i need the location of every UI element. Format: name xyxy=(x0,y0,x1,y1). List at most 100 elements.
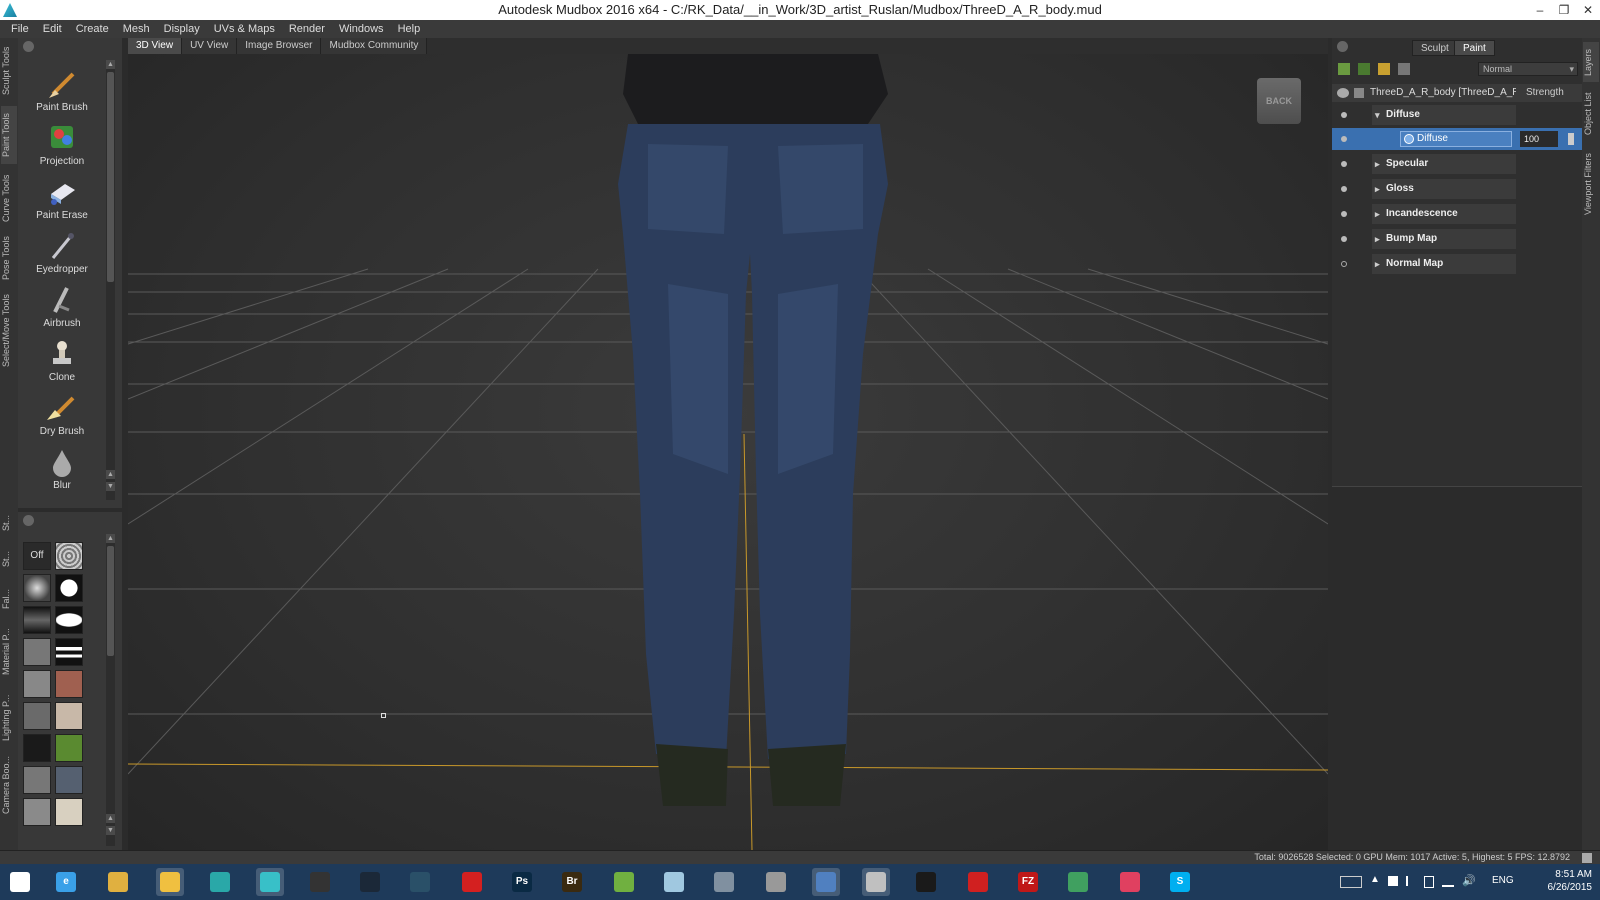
stamp-thumbnail[interactable] xyxy=(55,798,83,826)
taskbar-mudbox-icon[interactable] xyxy=(256,868,284,896)
tool-eyedropper[interactable]: Eyedropper xyxy=(18,230,106,275)
action-center-flag-icon[interactable] xyxy=(1406,876,1416,886)
stamp-thumbnail[interactable] xyxy=(55,638,83,666)
clock[interactable]: 8:51 AM 6/26/2015 xyxy=(1548,868,1593,894)
layer-group-name[interactable]: ThreeD_A_R_body [ThreeD_A_R_ xyxy=(1370,87,1516,98)
strength-slider-handle[interactable] xyxy=(1568,133,1574,145)
stamp-thumbnail[interactable] xyxy=(55,670,83,698)
menu-help[interactable]: Help xyxy=(391,20,428,38)
stamp-thumbnail[interactable] xyxy=(23,734,51,762)
volume-icon[interactable]: 🔊 xyxy=(1462,874,1476,887)
visibility-eye-icon[interactable] xyxy=(1341,261,1347,267)
lock-icon[interactable] xyxy=(1354,88,1364,98)
tray-close-icon[interactable] xyxy=(23,515,34,526)
menu-display[interactable]: Display xyxy=(157,20,207,38)
scroll-thumb[interactable] xyxy=(107,72,114,282)
keyboard-icon[interactable] xyxy=(1340,876,1362,888)
tab-lighting-presets[interactable]: Lighting P... xyxy=(1,688,17,748)
tab-sculpt-layers[interactable]: Sculpt xyxy=(1412,40,1458,56)
folder-icon[interactable] xyxy=(1378,63,1390,75)
taskbar-filezilla-icon[interactable]: FZ xyxy=(1014,868,1042,896)
visibility-eye-icon[interactable] xyxy=(1341,161,1347,167)
tab-paint-layers[interactable]: Paint xyxy=(1454,40,1495,56)
taskbar-spreadsheet-icon[interactable] xyxy=(610,868,638,896)
menu-file[interactable]: File xyxy=(4,20,36,38)
stamp-tray-scrollbar[interactable]: ▲ ▲ ▼ xyxy=(106,534,115,846)
language-indicator[interactable]: ENG xyxy=(1492,875,1514,886)
menu-edit[interactable]: Edit xyxy=(36,20,69,38)
visibility-eye-icon[interactable] xyxy=(1341,211,1347,217)
viewcube[interactable]: BACK xyxy=(1257,78,1301,124)
3d-viewport[interactable]: BACK xyxy=(128,54,1328,850)
windows-flag-icon[interactable] xyxy=(1388,876,1398,886)
menu-uvs-maps[interactable]: UVs & Maps xyxy=(207,20,282,38)
tab-layers[interactable]: Layers xyxy=(1583,42,1599,82)
taskbar-itunes-icon[interactable] xyxy=(1116,868,1144,896)
stamp-thumbnail[interactable] xyxy=(23,702,51,730)
taskbar-blender-sync-icon[interactable] xyxy=(406,868,434,896)
tab-stamp[interactable]: St... xyxy=(1,510,17,536)
scroll-up-icon[interactable]: ▲ xyxy=(106,60,115,69)
stamp-thumbnail[interactable] xyxy=(23,766,51,794)
taskbar-zbrush-icon[interactable] xyxy=(762,868,790,896)
stamp-thumbnail[interactable] xyxy=(55,574,83,602)
tab-camera-bookmarks[interactable]: Camera Boo... xyxy=(1,754,17,816)
tab-object-list[interactable]: Object List xyxy=(1583,88,1599,140)
taskbar-obs-icon[interactable] xyxy=(306,868,334,896)
scroll-up-icon[interactable]: ▲ xyxy=(106,470,115,479)
maximize-button[interactable]: ❐ xyxy=(1552,0,1576,20)
duplicate-layer-icon[interactable] xyxy=(1358,63,1370,75)
tab-paint-tools[interactable]: Paint Tools xyxy=(1,106,17,164)
stamp-thumbnail[interactable] xyxy=(55,766,83,794)
stamp-thumbnail[interactable] xyxy=(23,638,51,666)
close-button[interactable]: ✕ xyxy=(1576,0,1600,20)
taskbar-file-explorer-icon[interactable] xyxy=(156,868,184,896)
channel-row-diffuse[interactable]: Diffuse xyxy=(1332,104,1582,126)
tab-select-move-tools[interactable]: Select/Move Tools xyxy=(1,290,17,372)
power-icon[interactable] xyxy=(1424,876,1434,888)
tool-projection[interactable]: Projection xyxy=(18,122,106,167)
mudbox-app-icon[interactable] xyxy=(3,3,17,17)
taskbar-globe-app-icon[interactable] xyxy=(1064,868,1092,896)
tool-paint-brush[interactable]: Paint Brush xyxy=(18,68,106,113)
taskbar-remote-desktop-icon[interactable] xyxy=(812,868,840,896)
character-model[interactable] xyxy=(618,54,888,806)
stamp-thumbnail[interactable] xyxy=(55,606,83,634)
taskbar-photoshop-icon[interactable]: Ps xyxy=(508,868,536,896)
tab-viewport-filters[interactable]: Viewport Filters xyxy=(1583,146,1599,222)
tab-stencil[interactable]: St... xyxy=(1,546,17,572)
channel-row-bump-map[interactable]: Bump Map xyxy=(1332,228,1582,250)
menu-windows[interactable]: Windows xyxy=(332,20,391,38)
taskbar-start-button-icon[interactable]: ⊞ xyxy=(6,868,34,896)
taskbar-file-manager-icon[interactable] xyxy=(104,868,132,896)
tab-falloff[interactable]: Fal... xyxy=(1,582,17,616)
tool-dry-brush[interactable]: Dry Brush xyxy=(18,392,106,437)
layer-row-diffuse-active[interactable]: Diffuse 100 xyxy=(1332,128,1582,150)
scroll-up-icon[interactable]: ▲ xyxy=(106,534,115,543)
tray-close-icon[interactable] xyxy=(23,41,34,52)
visibility-eye-icon[interactable] xyxy=(1341,236,1347,242)
taskbar-skype-icon[interactable]: S xyxy=(1166,868,1194,896)
tool-airbrush[interactable]: Airbrush xyxy=(18,284,106,329)
visibility-eye-icon[interactable] xyxy=(1337,88,1349,98)
scroll-up-icon[interactable]: ▲ xyxy=(106,814,115,823)
layer-name[interactable]: Diffuse xyxy=(1400,131,1512,147)
taskbar-image-viewer-icon[interactable] xyxy=(862,868,890,896)
taskbar-mudbox-lt-icon[interactable] xyxy=(206,868,234,896)
layer-strength-input[interactable]: 100 xyxy=(1520,131,1558,147)
tab-sculpt-tools[interactable]: Sculpt Tools xyxy=(1,42,17,100)
scroll-down-icon[interactable]: ▼ xyxy=(106,482,115,491)
taskbar-steam-icon[interactable] xyxy=(356,868,384,896)
menu-render[interactable]: Render xyxy=(282,20,332,38)
visibility-eye-icon[interactable] xyxy=(1341,112,1347,118)
tab-material-presets[interactable]: Material P... xyxy=(1,622,17,682)
stamp-thumbnail[interactable] xyxy=(23,798,51,826)
channel-row-gloss[interactable]: Gloss xyxy=(1332,178,1582,200)
network-icon[interactable] xyxy=(1442,877,1454,887)
stamp-off[interactable]: Off xyxy=(23,542,51,570)
channel-row-specular[interactable]: Specular xyxy=(1332,153,1582,175)
tab-pose-tools[interactable]: Pose Tools xyxy=(1,232,17,284)
new-layer-icon[interactable] xyxy=(1338,63,1350,75)
menu-mesh[interactable]: Mesh xyxy=(116,20,157,38)
stamp-thumbnail[interactable] xyxy=(55,734,83,762)
